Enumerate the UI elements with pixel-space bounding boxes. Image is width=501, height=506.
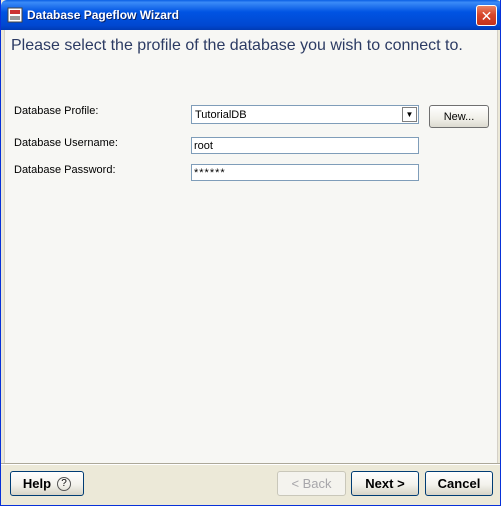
help-icon: ? — [57, 476, 72, 491]
page-heading: Please select the profile of the databas… — [11, 37, 463, 54]
title-bar[interactable]: Database Pageflow Wizard ✕ — [1, 0, 500, 30]
password-label: Database Password: — [14, 164, 116, 176]
profile-select[interactable]: TutorialDB ▼ — [191, 105, 419, 124]
close-button[interactable]: ✕ — [476, 5, 497, 26]
chevron-down-icon[interactable]: ▼ — [402, 107, 417, 122]
profile-select-value: TutorialDB — [195, 109, 247, 121]
footer-divider — [1, 463, 500, 465]
username-field[interactable]: root — [191, 137, 419, 154]
username-label: Database Username: — [14, 137, 118, 149]
new-profile-button[interactable]: New... — [429, 105, 489, 128]
password-field[interactable]: ****** — [191, 164, 419, 181]
app-icon — [7, 7, 23, 23]
help-button-label: Help — [22, 476, 52, 491]
wizard-content: Please select the profile of the databas… — [4, 30, 498, 463]
window-title: Database Pageflow Wizard — [27, 8, 179, 22]
profile-label: Database Profile: — [14, 105, 99, 117]
help-button[interactable]: Help ? — [10, 471, 84, 496]
wizard-window: Database Pageflow Wizard ✕ Please select… — [0, 0, 501, 506]
close-icon: ✕ — [480, 7, 493, 24]
back-button[interactable]: < Back — [277, 471, 346, 496]
next-button[interactable]: Next > — [351, 471, 419, 496]
cancel-button[interactable]: Cancel — [425, 471, 493, 496]
